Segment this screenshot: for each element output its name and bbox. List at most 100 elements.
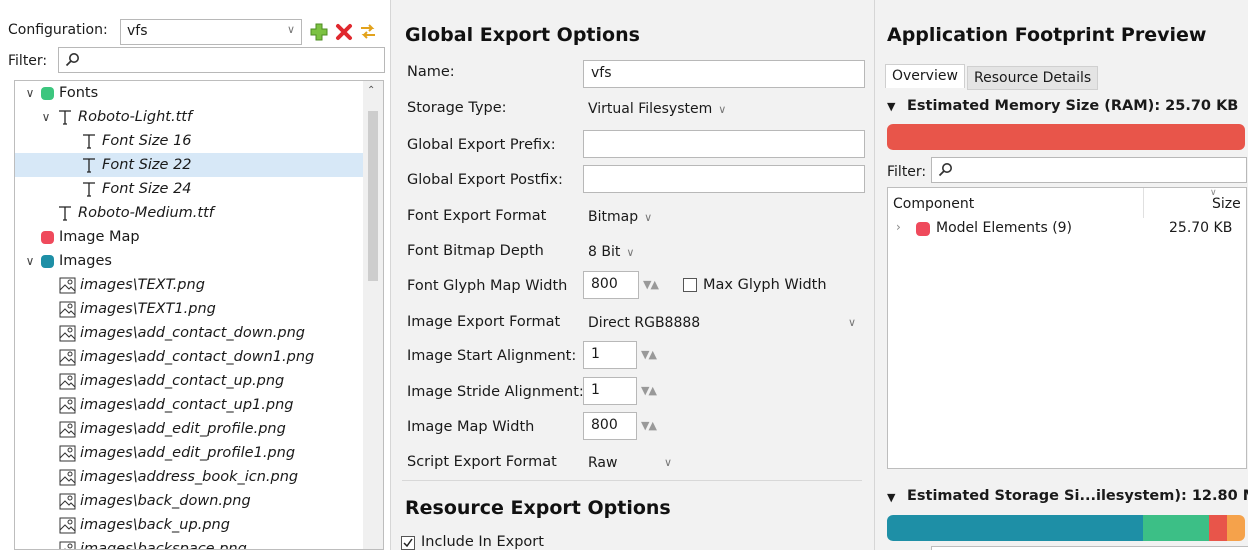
image-stride-alignment-spinner[interactable]: 1 ▼▲	[583, 377, 679, 405]
image-file-icon	[59, 445, 76, 462]
tab-resource-details[interactable]: Resource Details	[967, 66, 1099, 90]
image-file-icon	[59, 325, 76, 342]
tree-node-fonts[interactable]: ∨ Fonts	[15, 81, 371, 105]
image-map-width-field[interactable]: 800	[583, 412, 637, 440]
resource-export-title: Resource Export Options	[405, 497, 671, 519]
tree-filter-input[interactable]	[58, 47, 385, 73]
tree-node-font-size-22[interactable]: Font Size 22	[15, 153, 383, 177]
tree-node-images[interactable]: ∨ Images	[15, 249, 371, 273]
table-row[interactable]: › Model Elements (9) 25.70 KB	[888, 218, 1246, 240]
resource-tree-pane: Configuration: vfs ∨ Filter: ∨ Fonts ∨ R…	[0, 0, 390, 550]
tab-overview[interactable]: Overview	[885, 64, 965, 88]
name-input[interactable]: vfs	[583, 60, 865, 88]
image-export-format-dropdown[interactable]: Direct RGB8888 ∨	[581, 310, 865, 336]
tree-label: images\back_up.png	[80, 517, 230, 533]
include-in-export-label: Include In Export	[421, 534, 544, 550]
font-icon	[81, 181, 97, 197]
max-glyph-width-label: Max Glyph Width	[703, 277, 827, 293]
plus-icon[interactable]	[308, 21, 330, 43]
configuration-dropdown[interactable]: vfs ∨	[120, 19, 302, 45]
image-map-width-spinner[interactable]: 800 ▼▲	[583, 412, 679, 440]
scroll-up-icon[interactable]: ⌃	[367, 85, 375, 96]
component-column-header[interactable]: Component	[893, 196, 974, 212]
font-export-format-dropdown[interactable]: Bitmap ∨	[581, 204, 659, 230]
component-table: Component ∨ Size › Model Elements (9) 25…	[887, 187, 1247, 469]
images-color-dot	[41, 254, 54, 268]
include-in-export-checkbox[interactable]	[401, 536, 415, 550]
tree-node-image-file[interactable]: images\add_contact_up1.png	[15, 393, 383, 417]
tree-node-image-map[interactable]: Image Map	[15, 225, 383, 249]
tree-node-roboto-medium[interactable]: Roboto-Medium.ttf	[15, 201, 383, 225]
scrollbar-thumb[interactable]	[368, 111, 378, 281]
collapse-triangle-icon[interactable]: ▼	[887, 491, 895, 504]
tree-node-image-file[interactable]: images\TEXT1.png	[15, 297, 383, 321]
chevron-right-icon[interactable]: ›	[896, 220, 901, 234]
glyph-map-width-spinner[interactable]: 800 ▼▲	[583, 271, 679, 299]
export-prefix-input[interactable]	[583, 130, 865, 158]
chevron-down-icon[interactable]: ∨	[23, 254, 37, 268]
storage-segment-images	[887, 515, 1143, 541]
tree-node-font-size-16[interactable]: Font Size 16	[15, 129, 383, 153]
max-glyph-width-checkbox[interactable]	[683, 278, 697, 292]
tree-label: Roboto-Light.ttf	[78, 109, 193, 125]
font-icon	[81, 133, 97, 149]
image-file-icon	[59, 397, 76, 414]
tree-node-image-file[interactable]: images\TEXT.png	[15, 273, 383, 297]
tree-label: images\backspace.png	[80, 541, 247, 550]
chevron-down-icon: ∨	[626, 246, 635, 259]
footprint-title: Application Footprint Preview	[887, 24, 1207, 46]
tree-node-font-size-24[interactable]: Font Size 24	[15, 177, 383, 201]
footprint-filter-label: Filter:	[887, 164, 927, 180]
image-start-alignment-spinner[interactable]: 1 ▼▲	[583, 341, 679, 369]
tree-node-image-file[interactable]: images\add_contact_down1.png	[15, 345, 383, 369]
font-icon	[57, 109, 73, 125]
storage-filter-input[interactable]	[931, 546, 1248, 550]
swap-icon[interactable]	[357, 21, 379, 43]
script-export-format-dropdown[interactable]: Raw ∨	[581, 450, 681, 476]
column-divider	[1143, 188, 1144, 218]
tree-scrollbar[interactable]: ⌃	[363, 81, 383, 549]
chevron-down-icon: ∨	[663, 456, 672, 469]
storage-estimate-title: Estimated Storage Si...ilesystem): 12.80…	[907, 488, 1248, 504]
script-export-format-label: Script Export Format	[407, 454, 557, 470]
image-stride-alignment-field[interactable]: 1	[583, 377, 637, 405]
search-icon	[938, 162, 953, 181]
spinner-arrows-icon[interactable]: ▼▲	[641, 384, 657, 397]
tree-node-image-file[interactable]: images\add_contact_down.png	[15, 321, 383, 345]
size-column-header[interactable]: Size	[1212, 196, 1241, 212]
export-options-pane: Global Export Options Name: vfs Storage …	[390, 0, 875, 550]
tree-label: Image Map	[59, 229, 140, 245]
resource-tree: ∨ Fonts ∨ Roboto-Light.ttf Font Size 16 …	[14, 80, 384, 550]
spinner-arrows-icon[interactable]: ▼▲	[641, 419, 657, 432]
storage-type-dropdown[interactable]: Virtual Filesystem ∨	[581, 96, 733, 122]
tree-node-image-file[interactable]: images\address_book_icn.png	[15, 465, 383, 489]
chevron-down-icon: ∨	[644, 211, 653, 224]
chevron-down-icon[interactable]: ∨	[39, 110, 53, 124]
tree-label: images\back_down.png	[80, 493, 251, 509]
image-file-icon	[59, 493, 76, 510]
tree-node-roboto-light[interactable]: ∨ Roboto-Light.ttf	[15, 105, 383, 129]
tree-label: images\TEXT.png	[80, 277, 205, 293]
footprint-filter-input[interactable]	[931, 157, 1247, 183]
tree-node-image-file[interactable]: images\backspace.png	[15, 537, 383, 550]
font-bitmap-depth-dropdown[interactable]: 8 Bit ∨	[581, 239, 641, 265]
image-start-alignment-field[interactable]: 1	[583, 341, 637, 369]
tree-node-image-file[interactable]: images\back_down.png	[15, 489, 383, 513]
fonts-color-dot	[41, 86, 54, 100]
x-icon[interactable]	[333, 21, 355, 43]
tree-node-image-file[interactable]: images\add_edit_profile.png	[15, 417, 383, 441]
tree-label: images\TEXT1.png	[80, 301, 216, 317]
tree-label: Roboto-Medium.ttf	[78, 205, 214, 221]
tree-node-image-file[interactable]: images\add_edit_profile1.png	[15, 441, 383, 465]
spinner-arrows-icon[interactable]: ▼▲	[641, 348, 657, 361]
glyph-map-width-field[interactable]: 800	[583, 271, 639, 299]
export-postfix-input[interactable]	[583, 165, 865, 193]
tree-label: images\address_book_icn.png	[80, 469, 299, 485]
image-export-format-value: Direct RGB8888	[588, 315, 701, 331]
chevron-down-icon[interactable]: ∨	[23, 86, 37, 100]
glyph-map-width-label: Font Glyph Map Width	[407, 278, 568, 294]
spinner-arrows-icon[interactable]: ▼▲	[643, 278, 659, 291]
tree-node-image-file[interactable]: images\back_up.png	[15, 513, 383, 537]
tree-node-image-file[interactable]: images\add_contact_up.png	[15, 369, 383, 393]
collapse-triangle-icon[interactable]: ▼	[887, 100, 895, 113]
